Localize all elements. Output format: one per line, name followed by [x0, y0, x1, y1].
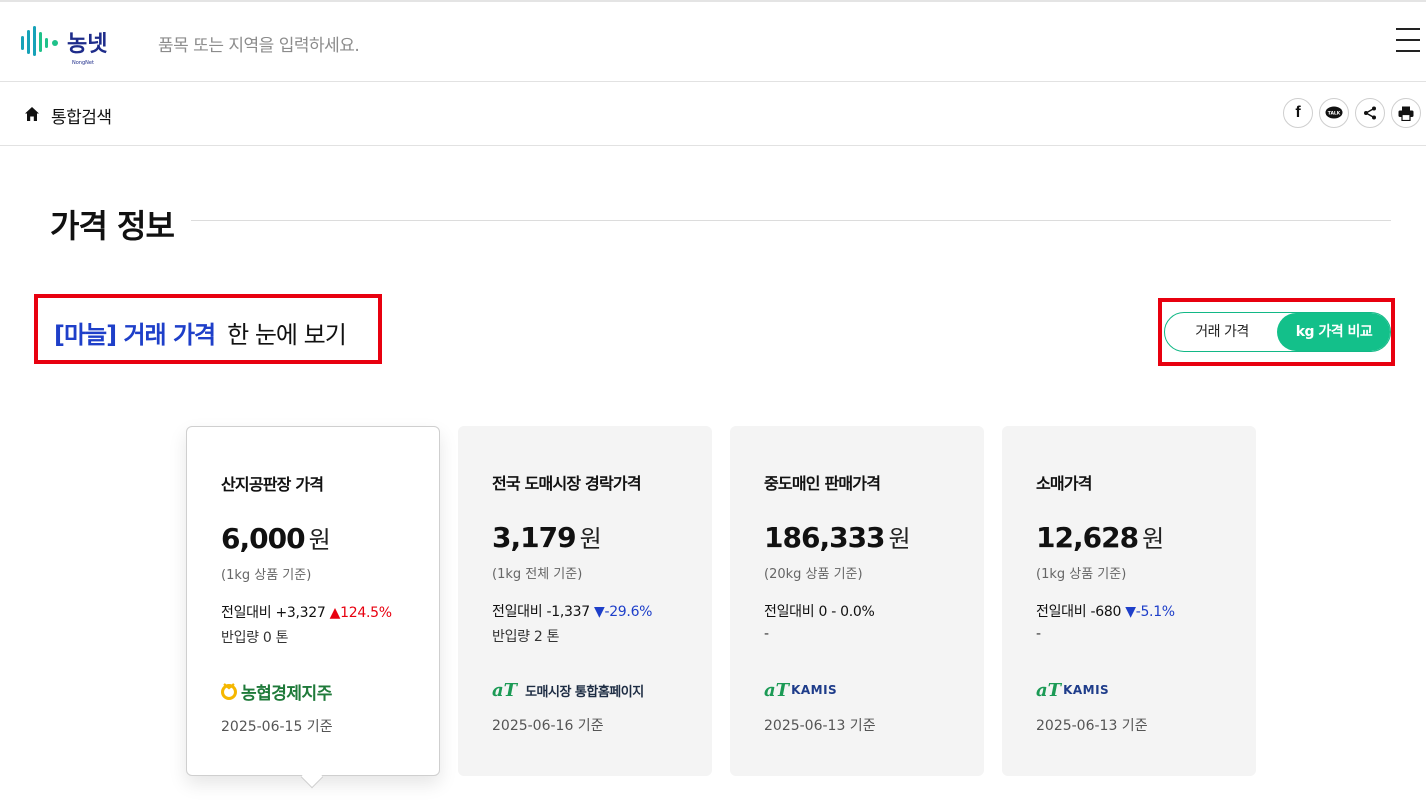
volume: 반입량 2 톤 [492, 629, 560, 645]
source-logo: aT 도매시장 통합홈페이지 [492, 679, 644, 701]
price-value: 186,333 [764, 521, 886, 554]
base-date: 2025-06-13 기준 [1036, 718, 1148, 734]
toggle-kg-compare[interactable]: kg 가격 비교 [1277, 313, 1390, 351]
change-value: 0 [818, 604, 828, 620]
price-card-broker[interactable]: 중도매인 판매가격 186,333 원 (20kg 상품 기준) 전일대비 0 -… [730, 426, 984, 776]
card-price: 6,000 원 [221, 520, 331, 555]
toggle-highlight-box: 거래 가격 kg 가격 비교 [1158, 298, 1395, 366]
change-label: 전일대비 [492, 604, 543, 620]
hamburger-icon [1396, 28, 1420, 30]
arrow-down-icon: ▼ [593, 604, 605, 620]
svg-text:NongNet: NongNet [72, 60, 94, 66]
source-logo: aT KAMIS [1036, 679, 1109, 701]
at-logo-icon: aT [492, 679, 518, 701]
kamis-logo: KAMIS [791, 683, 838, 697]
card-price: 12,628 원 [1036, 519, 1164, 554]
change-value: -680 [1090, 604, 1122, 620]
price-change: 전일대비 0 - 0.0% [764, 601, 875, 621]
price-value: 3,179 [492, 521, 577, 554]
card-title: 산지공판장 가격 [221, 475, 324, 494]
home-icon[interactable] [24, 106, 40, 122]
site-header: 농넷 NongNet 품목 또는 지역을 입력하세요. [0, 2, 1426, 82]
base-date: 2025-06-15 기준 [221, 719, 333, 735]
change-label: 전일대비 [1036, 604, 1087, 620]
heading-subtitle: 한 눈에 보기 [227, 321, 347, 349]
kakaotalk-share-button[interactable]: TALK [1319, 98, 1349, 128]
hamburger-icon [1396, 39, 1420, 41]
share-icon [1364, 106, 1376, 120]
price-value: 12,628 [1036, 521, 1139, 554]
card-title: 소매가격 [1036, 474, 1092, 493]
source-name: 농협경제지주 [241, 683, 332, 704]
hamburger-icon [1396, 50, 1420, 52]
volume: - [764, 626, 769, 642]
source-logo: aT KAMIS [764, 679, 837, 701]
title-divider [191, 220, 1391, 221]
breadcrumb: 통합검색 f TALK [0, 82, 1426, 146]
change-flat-icon: - [831, 604, 837, 620]
share-button[interactable] [1355, 98, 1385, 128]
arrow-up-icon: ▲ [329, 605, 341, 621]
at-logo-icon: aT [764, 679, 790, 701]
change-value: +3,327 [275, 605, 326, 621]
price-unit: 원 [308, 526, 331, 554]
card-title: 중도매인 판매가격 [764, 474, 881, 493]
svg-text:농넷: 농넷 [67, 32, 107, 57]
volume: - [1036, 626, 1041, 642]
menu-button[interactable] [1396, 28, 1420, 54]
price-change: 전일대비 +3,327 ▲124.5% [221, 602, 392, 622]
price-heading: [마늘] 거래 가격 한 눈에 보기 [54, 315, 347, 350]
change-percent: 0.0% [840, 604, 875, 620]
card-price: 3,179 원 [492, 519, 602, 554]
price-change: 전일대비 -1,337 ▼-29.6% [492, 601, 652, 621]
base-date: 2025-06-16 기준 [492, 718, 604, 734]
arrow-down-icon: ▼ [1125, 604, 1136, 620]
price-unit: 원 [579, 525, 602, 553]
price-card-wholesale[interactable]: 전국 도매시장 경락가격 3,179 원 (1kg 전체 기준) 전일대비 -1,… [458, 426, 712, 776]
price-card-origin[interactable]: 산지공판장 가격 6,000 원 (1kg 상품 기준) 전일대비 +3,327 … [186, 426, 440, 789]
change-label: 전일대비 [764, 604, 815, 620]
price-basis: (1kg 상품 기준) [1036, 567, 1127, 582]
print-button[interactable] [1391, 98, 1421, 128]
price-mode-toggle[interactable]: 거래 가격 kg 가격 비교 [1164, 312, 1391, 352]
toggle-trade-price[interactable]: 거래 가격 [1165, 313, 1279, 351]
search-input[interactable]: 품목 또는 지역을 입력하세요. [158, 31, 360, 56]
facebook-share-button[interactable]: f [1283, 98, 1313, 128]
price-unit: 원 [1142, 525, 1165, 553]
base-date: 2025-06-13 기준 [764, 718, 876, 734]
kakaotalk-icon: TALK [1325, 106, 1343, 119]
source-name: 도매시장 통합홈페이지 [525, 684, 644, 700]
nongnet-logo[interactable]: 농넷 NongNet [20, 22, 120, 66]
page-title: 가격 정보 [50, 207, 175, 245]
source-logo: 농협경제지주 [221, 680, 332, 704]
price-value: 6,000 [221, 522, 306, 555]
kamis-logo: KAMIS [1063, 683, 1110, 697]
price-basis: (20kg 상품 기준) [764, 567, 863, 582]
price-card-retail[interactable]: 소매가격 12,628 원 (1kg 상품 기준) 전일대비 -680 ▼-5.1… [1002, 426, 1256, 776]
change-label: 전일대비 [221, 605, 272, 621]
price-unit: 원 [888, 525, 911, 553]
volume: 반입량 0 톤 [221, 630, 289, 646]
svg-text:TALK: TALK [1328, 111, 1341, 117]
facebook-icon: f [1295, 104, 1301, 121]
price-basis: (1kg 상품 기준) [221, 568, 312, 583]
change-percent: -5.1% [1135, 604, 1175, 620]
breadcrumb-label: 통합검색 [51, 108, 112, 128]
at-logo-icon: aT [1036, 679, 1062, 701]
card-title: 전국 도매시장 경락가격 [492, 474, 642, 493]
heading-item-name: [마늘] 거래 가격 [54, 321, 216, 349]
nh-logo-icon [221, 683, 237, 700]
price-basis: (1kg 전체 기준) [492, 567, 583, 582]
change-percent: 124.5% [340, 605, 392, 621]
heading-highlight-box: [마늘] 거래 가격 한 눈에 보기 [34, 294, 382, 364]
change-percent: -29.6% [604, 604, 653, 620]
nongnet-logo-icon: 농넷 NongNet [21, 26, 107, 66]
print-icon [1398, 106, 1414, 121]
change-value: -1,337 [546, 604, 590, 620]
price-change: 전일대비 -680 ▼-5.1% [1036, 601, 1175, 621]
card-price: 186,333 원 [764, 519, 911, 554]
card-pointer [300, 765, 324, 789]
